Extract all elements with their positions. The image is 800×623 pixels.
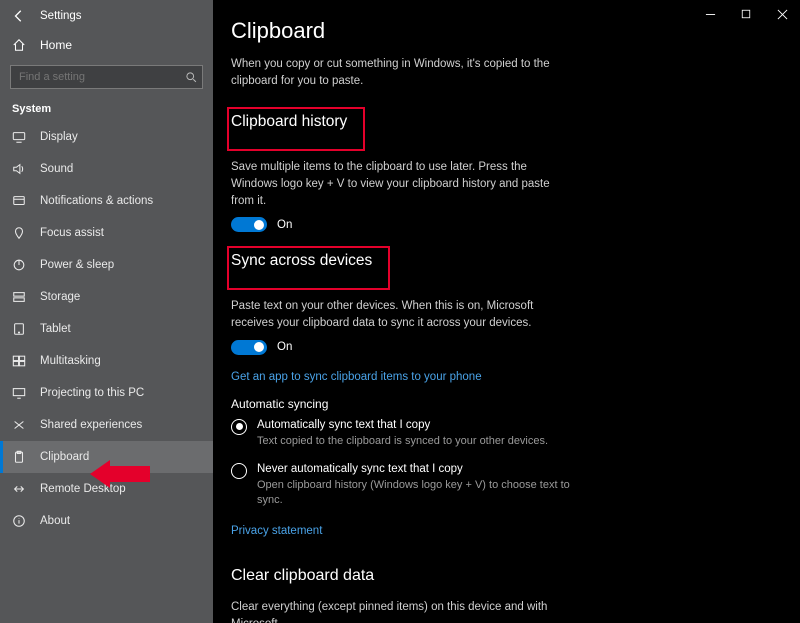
nav-label: About (40, 515, 70, 527)
page-intro: When you copy or cut something in Window… (231, 56, 561, 89)
nav-label: Remote Desktop (40, 483, 126, 495)
projecting-icon (12, 386, 26, 400)
sync-desc: Paste text on your other devices. When t… (231, 298, 561, 331)
automatic-syncing-heading: Automatic syncing (231, 397, 782, 411)
window-controls (692, 0, 800, 28)
nav-label: Notifications & actions (40, 195, 153, 207)
automatic-syncing-group: Automatically sync text that I copy Text… (231, 419, 782, 509)
clipboard-history-desc: Save multiple items to the clipboard to … (231, 159, 561, 209)
nav-label: Display (40, 131, 78, 143)
home-label: Home (40, 38, 72, 52)
minimize-button[interactable] (692, 0, 728, 28)
sidebar-item-clipboard[interactable]: Clipboard (0, 441, 213, 473)
privacy-statement-link[interactable]: Privacy statement (231, 525, 322, 537)
close-button[interactable] (764, 0, 800, 28)
multitasking-icon (12, 354, 26, 368)
storage-icon (12, 290, 26, 304)
maximize-button[interactable] (728, 0, 764, 28)
clear-desc: Clear everything (except pinned items) o… (231, 599, 561, 623)
section-clipboard-history: Clipboard history Save multiple items to… (231, 107, 782, 232)
sound-icon (12, 162, 26, 176)
sidebar-item-shared-experiences[interactable]: Shared experiences (0, 409, 213, 441)
power-icon (12, 258, 26, 272)
home-icon (12, 38, 26, 52)
toggle-label: On (277, 341, 292, 353)
shared-experiences-icon (12, 418, 26, 432)
annotation-highlight: Sync across devices (227, 246, 390, 290)
sync-toggle[interactable] (231, 340, 267, 355)
back-icon[interactable] (12, 9, 26, 23)
search-wrap (10, 65, 203, 89)
sidebar-item-multitasking[interactable]: Multitasking (0, 345, 213, 377)
remote-desktop-icon (12, 482, 26, 496)
clipboard-icon (12, 450, 26, 464)
sidebar-item-projecting[interactable]: Projecting to this PC (0, 377, 213, 409)
nav-label: Power & sleep (40, 259, 114, 271)
radio-auto-sync-label: Automatically sync text that I copy (257, 419, 782, 431)
annotation-highlight: Clipboard history (227, 107, 365, 151)
toggle-label: On (277, 219, 292, 231)
nav-label: Shared experiences (40, 419, 142, 431)
clipboard-history-toggle[interactable] (231, 217, 267, 232)
sidebar-header: Settings (0, 0, 213, 29)
sidebar-item-about[interactable]: About (0, 505, 213, 537)
focus-assist-icon (12, 226, 26, 240)
nav-label: Focus assist (40, 227, 104, 239)
search-input[interactable] (10, 65, 203, 89)
clear-heading: Clear clipboard data (231, 565, 384, 589)
nav-label: Sound (40, 163, 73, 175)
nav-label: Storage (40, 291, 80, 303)
notifications-icon (12, 194, 26, 208)
main-content: Clipboard When you copy or cut something… (213, 0, 800, 623)
display-icon (12, 130, 26, 144)
sidebar-item-home[interactable]: Home (0, 29, 213, 61)
radio-never-sync-desc: Open clipboard history (Windows logo key… (257, 478, 587, 509)
nav-label: Clipboard (40, 451, 89, 463)
search-icon (185, 71, 197, 83)
sidebar-item-tablet[interactable]: Tablet (0, 313, 213, 345)
sidebar-item-display[interactable]: Display (0, 121, 213, 153)
sidebar-item-sound[interactable]: Sound (0, 153, 213, 185)
clipboard-history-heading: Clipboard history (231, 111, 357, 135)
nav-list: Display Sound Notifications & actions Fo… (0, 121, 213, 537)
get-app-link[interactable]: Get an app to sync clipboard items to yo… (231, 371, 482, 383)
sidebar-item-focus-assist[interactable]: Focus assist (0, 217, 213, 249)
about-icon (12, 514, 26, 528)
sidebar-item-notifications[interactable]: Notifications & actions (0, 185, 213, 217)
section-sync-across-devices: Sync across devices Paste text on your o… (231, 246, 782, 565)
app-title: Settings (40, 10, 82, 22)
section-label: System (0, 99, 213, 121)
sync-heading: Sync across devices (231, 250, 382, 274)
sidebar-item-power-sleep[interactable]: Power & sleep (0, 249, 213, 281)
section-clear-clipboard: Clear clipboard data Clear everything (e… (231, 565, 782, 623)
sidebar-item-remote-desktop[interactable]: Remote Desktop (0, 473, 213, 505)
sidebar-item-storage[interactable]: Storage (0, 281, 213, 313)
radio-never-sync[interactable] (231, 463, 247, 479)
nav-label: Multitasking (40, 355, 101, 367)
radio-auto-sync-desc: Text copied to the clipboard is synced t… (257, 434, 587, 449)
settings-sidebar: Settings Home System Display Sound Notif… (0, 0, 213, 623)
radio-auto-sync[interactable] (231, 419, 247, 435)
nav-label: Projecting to this PC (40, 387, 144, 399)
nav-label: Tablet (40, 323, 71, 335)
tablet-icon (12, 322, 26, 336)
radio-never-sync-label: Never automatically sync text that I cop… (257, 463, 782, 475)
